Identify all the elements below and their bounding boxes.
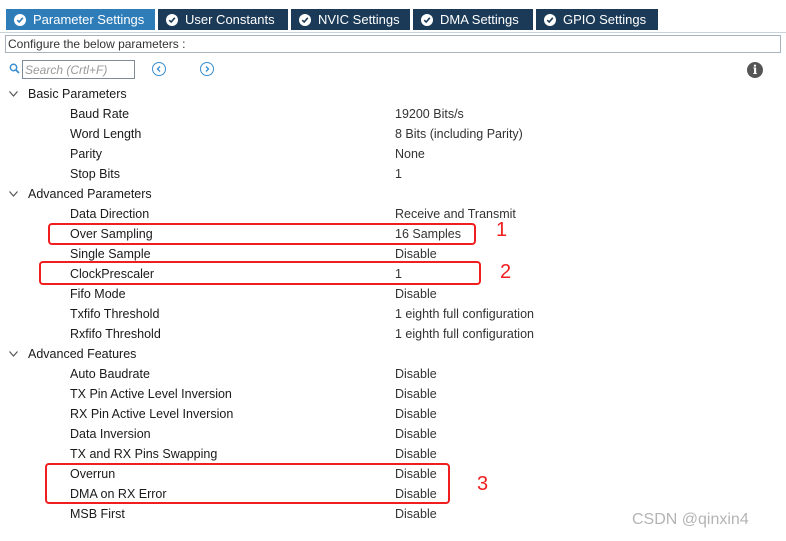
param-name: MSB First <box>70 507 125 521</box>
tab-dma-settings[interactable]: DMA Settings <box>413 9 533 30</box>
watermark: CSDN @qinxin4 <box>632 511 749 528</box>
group-advanced-features[interactable]: Advanced Features <box>0 344 786 364</box>
param-name: Parity <box>70 147 102 161</box>
chevron-down-icon <box>9 351 18 357</box>
tab-label: Parameter Settings <box>33 12 145 27</box>
parameter-tree: Basic Parameters Baud Rate 19200 Bits/s W… <box>0 84 786 524</box>
tab-label: User Constants <box>185 12 275 27</box>
search-previous-button[interactable] <box>152 62 166 76</box>
highlight-box-over-sampling <box>48 223 476 245</box>
param-row-txfifo-threshold[interactable]: Txfifo Threshold 1 eighth full configurat… <box>0 304 786 324</box>
group-basic-parameters[interactable]: Basic Parameters <box>0 84 786 104</box>
chevron-down-icon <box>9 191 18 197</box>
check-circle-icon <box>14 13 26 26</box>
param-value[interactable]: 1 eighth full configuration <box>395 324 534 344</box>
param-name: Rxfifo Threshold <box>70 327 161 341</box>
param-value[interactable]: Disable <box>395 424 437 444</box>
tab-label: DMA Settings <box>440 12 519 27</box>
info-icon[interactable]: i <box>747 62 763 78</box>
annotation-number-1: 1 <box>496 219 508 241</box>
search-input[interactable] <box>22 60 135 79</box>
chevron-left-icon <box>156 66 161 72</box>
param-name: Data Inversion <box>70 427 151 441</box>
annotation-number-2: 2 <box>500 261 512 283</box>
param-row-rxfifo-threshold[interactable]: Rxfifo Threshold 1 eighth full configurat… <box>0 324 786 344</box>
param-row-parity[interactable]: Parity None <box>0 144 786 164</box>
highlight-box-clock-prescaler <box>39 261 481 285</box>
param-name: RX Pin Active Level Inversion <box>70 407 234 421</box>
param-value[interactable]: Disable <box>395 404 437 424</box>
search-toolbar <box>0 58 786 82</box>
param-name: Stop Bits <box>70 167 121 181</box>
param-name: Txfifo Threshold <box>70 307 160 321</box>
tab-nvic-settings[interactable]: NVIC Settings <box>291 9 410 30</box>
chevron-right-icon <box>205 66 210 72</box>
param-name: Fifo Mode <box>70 287 126 301</box>
param-value[interactable]: 19200 Bits/s <box>395 104 464 124</box>
param-value[interactable]: Disable <box>395 284 437 304</box>
group-advanced-parameters[interactable]: Advanced Parameters <box>0 184 786 204</box>
param-name: Baud Rate <box>70 107 130 121</box>
param-row-fifo-mode[interactable]: Fifo Mode Disable <box>0 284 786 304</box>
search-icon <box>9 63 20 77</box>
param-name: Data Direction <box>70 207 150 221</box>
param-name: Word Length <box>70 127 142 141</box>
param-row-word-length[interactable]: Word Length 8 Bits (including Parity) <box>0 124 786 144</box>
annotation-number-3: 3 <box>477 473 489 495</box>
param-value[interactable]: None <box>395 144 425 164</box>
group-title: Advanced Features <box>28 347 137 361</box>
param-row-stop-bits[interactable]: Stop Bits 1 <box>0 164 786 184</box>
tab-parameter-settings[interactable]: Parameter Settings <box>6 9 155 30</box>
group-title: Advanced Parameters <box>28 187 152 201</box>
check-circle-icon <box>544 13 556 26</box>
tab-bar: Parameter Settings User Constants NVIC S… <box>0 0 786 33</box>
param-row-pins-swapping[interactable]: TX and RX Pins Swapping Disable <box>0 444 786 464</box>
param-row-auto-baudrate[interactable]: Auto Baudrate Disable <box>0 364 786 384</box>
param-value[interactable]: Disable <box>395 384 437 404</box>
param-value[interactable]: Disable <box>395 504 437 524</box>
param-row-data-inversion[interactable]: Data Inversion Disable <box>0 424 786 444</box>
param-name: TX and RX Pins Swapping <box>70 447 218 461</box>
param-row-baud-rate[interactable]: Baud Rate 19200 Bits/s <box>0 104 786 124</box>
highlight-box-overrun-dma <box>45 463 450 504</box>
tab-gpio-settings[interactable]: GPIO Settings <box>536 9 658 30</box>
param-row-rx-pin-inversion[interactable]: RX Pin Active Level Inversion Disable <box>0 404 786 424</box>
tab-label: NVIC Settings <box>318 12 400 27</box>
group-title: Basic Parameters <box>28 87 127 101</box>
check-circle-icon <box>421 13 433 26</box>
param-row-data-direction[interactable]: Data Direction Receive and Transmit <box>0 204 786 224</box>
check-circle-icon <box>166 13 178 26</box>
param-name: Auto Baudrate <box>70 367 150 381</box>
param-value[interactable]: Disable <box>395 444 437 464</box>
param-value[interactable]: 1 eighth full configuration <box>395 304 534 324</box>
tab-label: GPIO Settings <box>563 12 647 27</box>
configure-label: Configure the below parameters : <box>5 35 781 53</box>
param-row-tx-pin-inversion[interactable]: TX Pin Active Level Inversion Disable <box>0 384 786 404</box>
chevron-down-icon <box>9 91 18 97</box>
tab-user-constants[interactable]: User Constants <box>158 9 288 30</box>
check-circle-icon <box>299 13 311 26</box>
param-name: TX Pin Active Level Inversion <box>70 387 232 401</box>
param-value[interactable]: 1 <box>395 164 402 184</box>
search-next-button[interactable] <box>200 62 214 76</box>
param-value[interactable]: 8 Bits (including Parity) <box>395 124 523 144</box>
param-value[interactable]: Disable <box>395 364 437 384</box>
